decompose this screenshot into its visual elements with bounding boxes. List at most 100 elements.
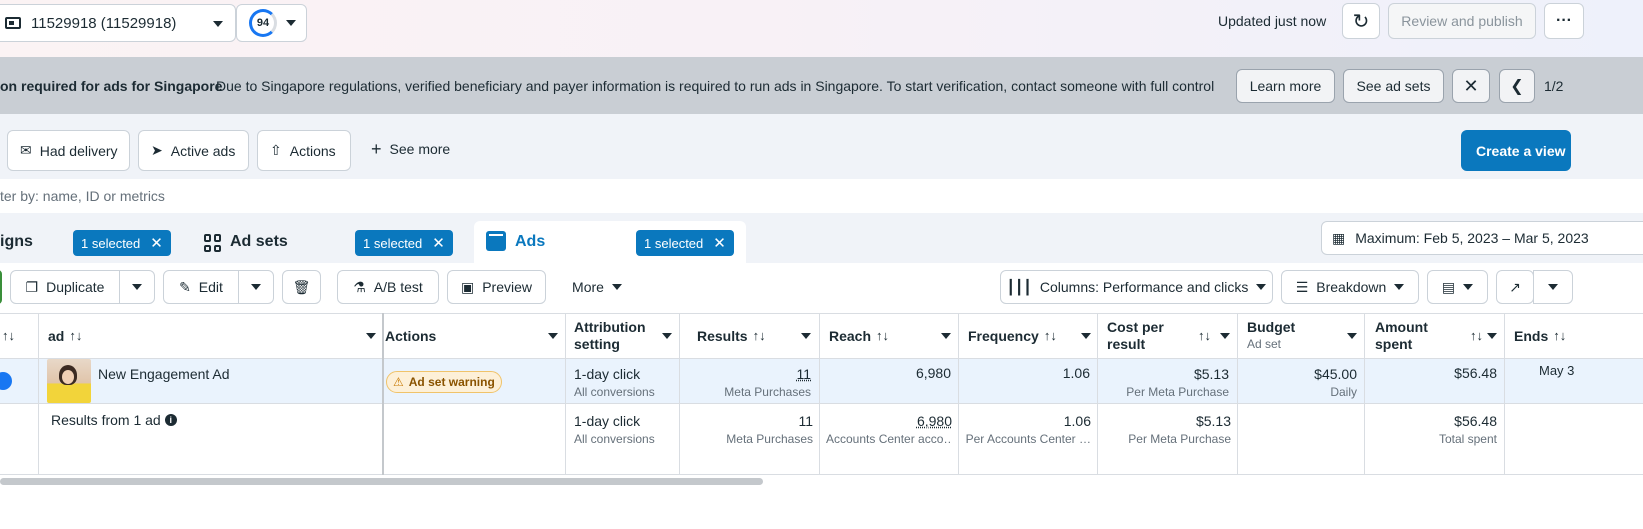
previous-banner-button[interactable]: ❮ <box>1499 69 1535 103</box>
columns-icon: ┃┃┃ <box>1006 278 1032 295</box>
column-divider[interactable] <box>382 313 384 475</box>
close-icon: ✕ <box>1463 75 1479 96</box>
close-icon[interactable]: ✕ <box>150 234 163 252</box>
column-divider <box>1364 313 1365 475</box>
sort-icon[interactable]: ↑↓ <box>876 328 889 343</box>
tab-ads[interactable]: Ads 1 selected ✕ <box>474 221 746 263</box>
column-header-reach[interactable]: Reach ↑↓ <box>829 313 957 358</box>
sort-icon[interactable]: ↑↓ <box>2 328 15 343</box>
edit-button[interactable]: ✎ Edit <box>163 270 239 304</box>
header-label: spent <box>1375 335 1413 352</box>
opportunity-score: 94 <box>249 9 277 37</box>
tab-ad-sets[interactable]: Ad sets 1 selected ✕ <box>192 221 462 263</box>
column-divider <box>958 313 959 475</box>
selected-badge[interactable]: 1 selected ✕ <box>73 230 171 256</box>
duplicate-button[interactable]: ❐ Duplicate <box>10 270 120 304</box>
chevron-down-icon[interactable] <box>941 333 951 339</box>
columns-button[interactable]: ┃┃┃ Columns: Performance and clicks <box>1000 270 1273 304</box>
badge-label: 1 selected <box>363 235 423 251</box>
header-sub-label: Ad set <box>1247 336 1282 351</box>
columns-label: Columns: Performance and clicks <box>1039 279 1249 295</box>
results-value[interactable]: 11 <box>689 365 811 383</box>
tab-label: igns <box>0 233 33 250</box>
sort-icon[interactable]: ↑↓ <box>753 328 766 343</box>
sort-icon[interactable]: ↑↓ <box>1198 327 1211 344</box>
close-icon[interactable]: ✕ <box>432 234 445 252</box>
export-dropdown[interactable] <box>1533 270 1573 304</box>
column-divider <box>38 313 39 475</box>
more-button[interactable]: More <box>558 270 636 304</box>
column-header-ends[interactable]: Ends ↑↓ <box>1514 313 1643 358</box>
summary-frequency-cell: 1.06 Per Accounts Center … <box>965 412 1091 448</box>
header-label: Cost per <box>1107 318 1164 335</box>
preview-label: Preview <box>482 279 533 295</box>
sort-icon[interactable]: ↑↓ <box>1044 328 1057 343</box>
attribution-value: 1-day click <box>574 413 641 429</box>
ads-table: ↑↓ ad ↑↓ Actions Attribution setting Res… <box>0 313 1643 475</box>
chevron-down-icon[interactable] <box>1347 333 1357 339</box>
info-icon[interactable]: i <box>164 414 177 426</box>
export-button[interactable]: ↗ <box>1496 270 1534 304</box>
review-and-publish-button[interactable]: Review and publish <box>1388 3 1536 39</box>
learn-more-button[interactable]: Learn more <box>1236 69 1335 103</box>
chevron-down-icon[interactable] <box>366 333 376 339</box>
ab-test-button[interactable]: ⚗ A/B test <box>337 270 439 304</box>
column-header-amount-spent[interactable]: Amount spent ↑↓ <box>1375 313 1503 358</box>
breakdown-button[interactable]: ☰ Breakdown <box>1281 270 1419 304</box>
chevron-down-icon[interactable] <box>1487 333 1497 339</box>
duplicate-dropdown[interactable] <box>119 270 155 304</box>
opportunity-score-button[interactable]: 94 <box>236 4 307 42</box>
column-header-toggle[interactable]: ↑↓ <box>0 313 38 358</box>
column-header-results[interactable]: Results ↑↓ <box>697 313 817 358</box>
edit-dropdown[interactable] <box>238 270 274 304</box>
column-header-attribution[interactable]: Attribution setting <box>574 313 678 358</box>
column-header-budget[interactable]: Budget Ad set <box>1247 313 1363 358</box>
preview-button[interactable]: ▣ Preview <box>447 270 546 304</box>
more-options-button[interactable]: ··· <box>1544 3 1584 39</box>
results-sub: Meta Purchases <box>724 385 811 399</box>
create-button[interactable] <box>0 270 2 304</box>
filter-active-ads[interactable]: ➤ Active ads <box>138 130 249 171</box>
delete-button[interactable]: 🗑 <box>282 270 321 304</box>
sort-icon[interactable]: ↑↓ <box>1470 327 1483 344</box>
refresh-button[interactable]: ↻ <box>1342 3 1380 39</box>
tab-campaigns[interactable]: igns 1 selected ✕ <box>0 221 180 263</box>
chevron-down-icon[interactable] <box>801 333 811 339</box>
chevron-down-icon[interactable] <box>1220 333 1230 339</box>
see-more-filters-button[interactable]: + See more <box>371 140 450 158</box>
table-toolbar: ❐ Duplicate ✎ Edit 🗑 ⚗ A/B test ▣ Previe… <box>0 263 1643 313</box>
column-header-ad[interactable]: ad ↑↓ <box>48 313 378 358</box>
see-ad-sets-button[interactable]: See ad sets <box>1343 69 1444 103</box>
create-view-button[interactable]: Create a view <box>1461 130 1571 171</box>
filter-actions[interactable]: ⇧ Actions <box>257 130 351 171</box>
reports-button[interactable]: ▤ <box>1427 270 1488 304</box>
column-header-actions[interactable]: Actions <box>385 313 561 358</box>
ad-set-warning-badge[interactable]: ⚠ Ad set warning <box>386 371 502 393</box>
horizontal-scrollbar[interactable] <box>0 478 763 485</box>
close-icon[interactable]: ✕ <box>713 234 726 252</box>
close-banner-button[interactable]: ✕ <box>1452 69 1490 103</box>
chevron-down-icon[interactable] <box>548 333 558 339</box>
flask-icon: ⚗ <box>353 278 366 295</box>
column-header-cost-per-result[interactable]: Cost per result ↑↓ <box>1107 313 1235 358</box>
search-bar[interactable]: ter by: name, ID or metrics <box>0 179 1643 213</box>
chevron-down-icon[interactable] <box>662 333 672 339</box>
selected-badge[interactable]: 1 selected ✕ <box>636 230 734 256</box>
cost-value: $5.13 <box>1193 366 1229 382</box>
column-header-frequency[interactable]: Frequency ↑↓ <box>968 313 1096 358</box>
sort-icon[interactable]: ↑↓ <box>1553 328 1566 343</box>
image-icon: ▣ <box>460 278 475 295</box>
sort-icon[interactable]: ↑↓ <box>69 328 82 343</box>
ad-name[interactable]: New Engagement Ad <box>98 366 230 382</box>
banner-title: on required for ads for Singapore <box>0 78 223 94</box>
account-selector[interactable]: 11529918 (11529918) <box>0 4 236 42</box>
level-tabs: igns 1 selected ✕ Ad sets 1 selected ✕ A… <box>0 213 1643 263</box>
selected-badge[interactable]: 1 selected ✕ <box>355 230 453 256</box>
chevron-down-icon <box>611 284 622 290</box>
chevron-down-icon[interactable] <box>1081 333 1091 339</box>
filter-had-delivery[interactable]: ✉ Had delivery <box>7 130 130 171</box>
chevron-down-icon <box>132 284 142 290</box>
reach-value[interactable]: 6,980 <box>826 412 952 430</box>
chevron-left-icon: ❮ <box>1510 78 1524 95</box>
date-range-picker[interactable]: ▦ Maximum: Feb 5, 2023 – Mar 5, 2023 <box>1321 221 1643 255</box>
